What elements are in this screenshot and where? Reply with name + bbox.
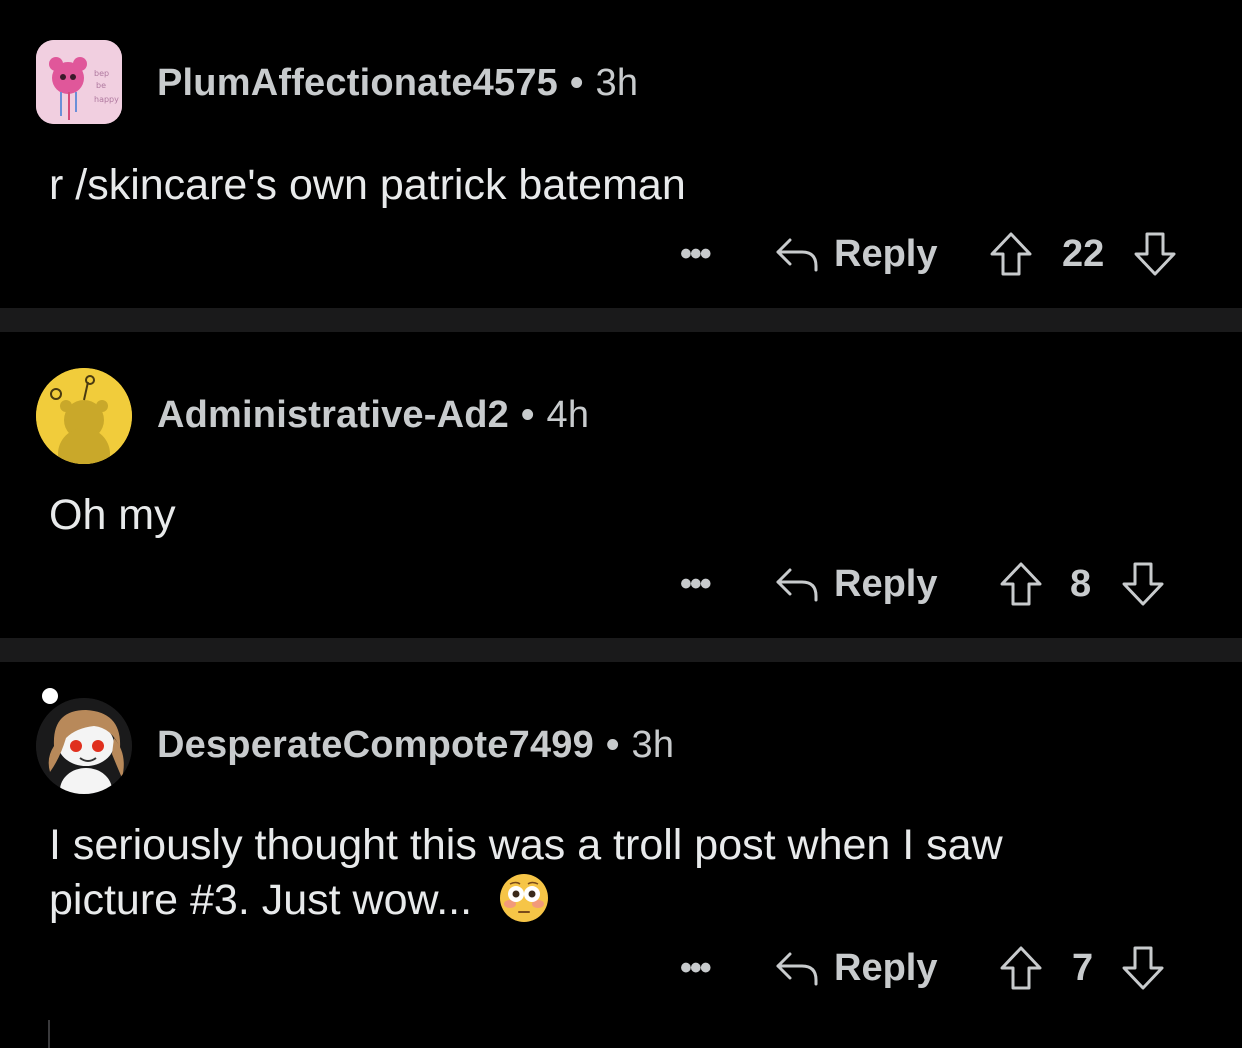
user-avatar[interactable]: bep be happy [36, 40, 122, 124]
username-link[interactable]: Administrative-Ad2 [157, 394, 509, 436]
comment-meta: PlumAffectionate4575 • 3h [157, 62, 638, 105]
snoo-avatar-icon [36, 368, 132, 464]
comment-text-line: I seriously thought this was a troll pos… [49, 821, 1003, 869]
comment-text-fragment: picture #3. Just wow... [49, 876, 473, 924]
pink-bear-avatar-icon: bep be happy [36, 40, 122, 124]
reply-thread-line [48, 1020, 50, 1048]
svg-text:happy: happy [94, 95, 119, 104]
downvote-arrow-icon[interactable] [1120, 944, 1166, 992]
downvote-arrow-icon[interactable] [1120, 560, 1166, 608]
meta-separator: • [570, 62, 584, 104]
user-avatar[interactable] [36, 368, 132, 464]
comment-actions: ••• Reply 7 [0, 938, 1242, 998]
comment-text: Oh my [49, 491, 176, 539]
username-link[interactable]: DesperateCompote7499 [157, 724, 594, 766]
reply-button[interactable]: Reply [834, 938, 937, 998]
timestamp: 3h [631, 724, 675, 766]
comment-3: DesperateCompote7499 • 3h I seriously thou… [0, 662, 1242, 1048]
comment-text: r /skincare's own patrick bateman [49, 161, 686, 209]
comment-text: I seriously thought this was a troll pos… [49, 818, 1003, 927]
upvote-arrow-icon[interactable] [988, 230, 1034, 278]
flushed-face-emoji-icon [499, 874, 548, 922]
meta-separator: • [605, 724, 620, 766]
comment-divider [0, 638, 1242, 662]
vote-count: 8 [1070, 563, 1092, 605]
reply-icon[interactable] [774, 234, 820, 274]
reply-icon[interactable] [774, 564, 820, 604]
svg-text:be: be [96, 81, 106, 90]
comment-1: bep be happy PlumAffectionate4575 • 3h r /… [0, 0, 1242, 308]
timestamp: 3h [595, 62, 639, 104]
user-avatar[interactable] [36, 698, 132, 794]
more-options-button[interactable]: ••• [680, 554, 712, 614]
username-link[interactable]: PlumAffectionate4575 [157, 62, 558, 104]
upvote-arrow-icon[interactable] [998, 944, 1044, 992]
comment-divider [0, 308, 1242, 332]
comment-actions: ••• Reply 8 [0, 554, 1242, 614]
reply-button[interactable]: Reply [834, 224, 937, 284]
downvote-arrow-icon[interactable] [1132, 230, 1178, 278]
comment-2: Administrative-Ad2 • 4h Oh my ••• Reply 8 [0, 332, 1242, 638]
comment-actions: ••• Reply 22 [0, 224, 1242, 284]
comment-meta: Administrative-Ad2 • 4h [157, 394, 589, 437]
reply-button[interactable]: Reply [834, 554, 937, 614]
meta-separator: • [521, 394, 535, 436]
upvote-arrow-icon[interactable] [998, 560, 1044, 608]
comment-meta: DesperateCompote7499 • 3h [157, 724, 674, 767]
svg-text:bep: bep [94, 69, 109, 78]
reply-icon[interactable] [774, 948, 820, 988]
vote-count: 22 [1062, 233, 1105, 275]
online-status-dot [42, 688, 58, 704]
more-options-button[interactable]: ••• [680, 938, 712, 998]
more-options-button[interactable]: ••• [680, 224, 712, 284]
vote-count: 7 [1072, 947, 1094, 989]
comment-text-line: picture #3. Just wow... [49, 872, 1003, 927]
timestamp: 4h [546, 394, 590, 436]
snoo-hair-avatar-icon [36, 698, 132, 794]
